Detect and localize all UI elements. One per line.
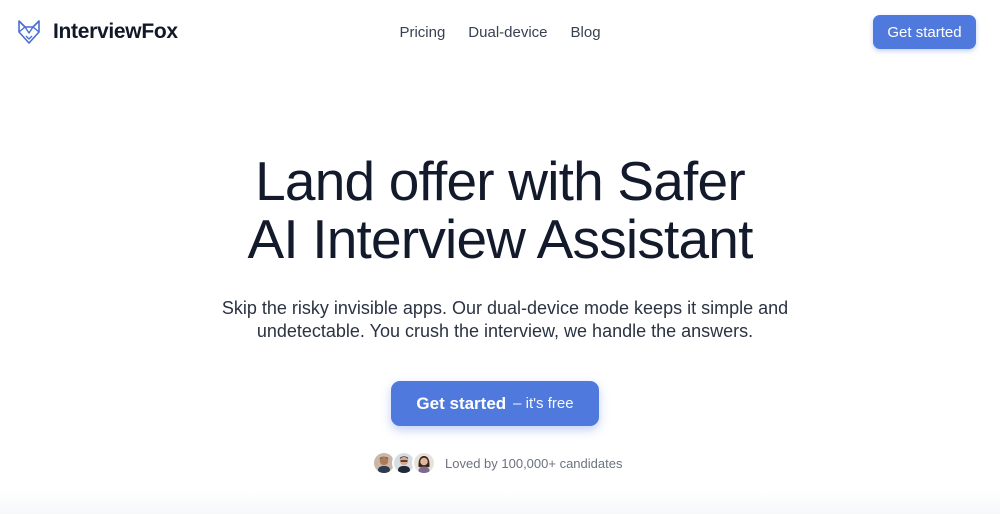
nav-item-dual-device[interactable]: Dual-device: [468, 22, 547, 44]
hero-title-line-1: Land offer with Safer: [255, 150, 746, 212]
nav-item-blog[interactable]: Blog: [571, 22, 601, 44]
nav-item-pricing[interactable]: Pricing: [399, 22, 445, 44]
hero-title: Land offer with Safer AI Interview Assis…: [0, 152, 1000, 268]
hero-subtitle: Skip the risky invisible apps. Our dual-…: [221, 298, 789, 341]
header-get-started-button[interactable]: Get started: [873, 15, 976, 49]
social-proof-text: Loved by 100,000+ candidates: [445, 455, 623, 471]
logo-link[interactable]: InterviewFox: [16, 19, 178, 45]
hero-cta-label: Get started: [416, 393, 507, 413]
avatar-group: [372, 451, 436, 475]
site-header: InterviewFox Pricing Dual-device Blog Ge…: [0, 0, 1000, 64]
hero-title-line-2: AI Interview Assistant: [247, 208, 753, 270]
brand-name: InterviewFox: [53, 20, 178, 43]
hero-get-started-button[interactable]: Get started – it's free: [391, 381, 599, 426]
social-proof: Loved by 100,000+ candidates: [372, 451, 622, 475]
avatar-woman: [412, 451, 436, 475]
section-divider: [0, 490, 1000, 514]
hero-cta-sublabel: – it's free: [513, 395, 574, 412]
fox-icon: [16, 19, 42, 45]
